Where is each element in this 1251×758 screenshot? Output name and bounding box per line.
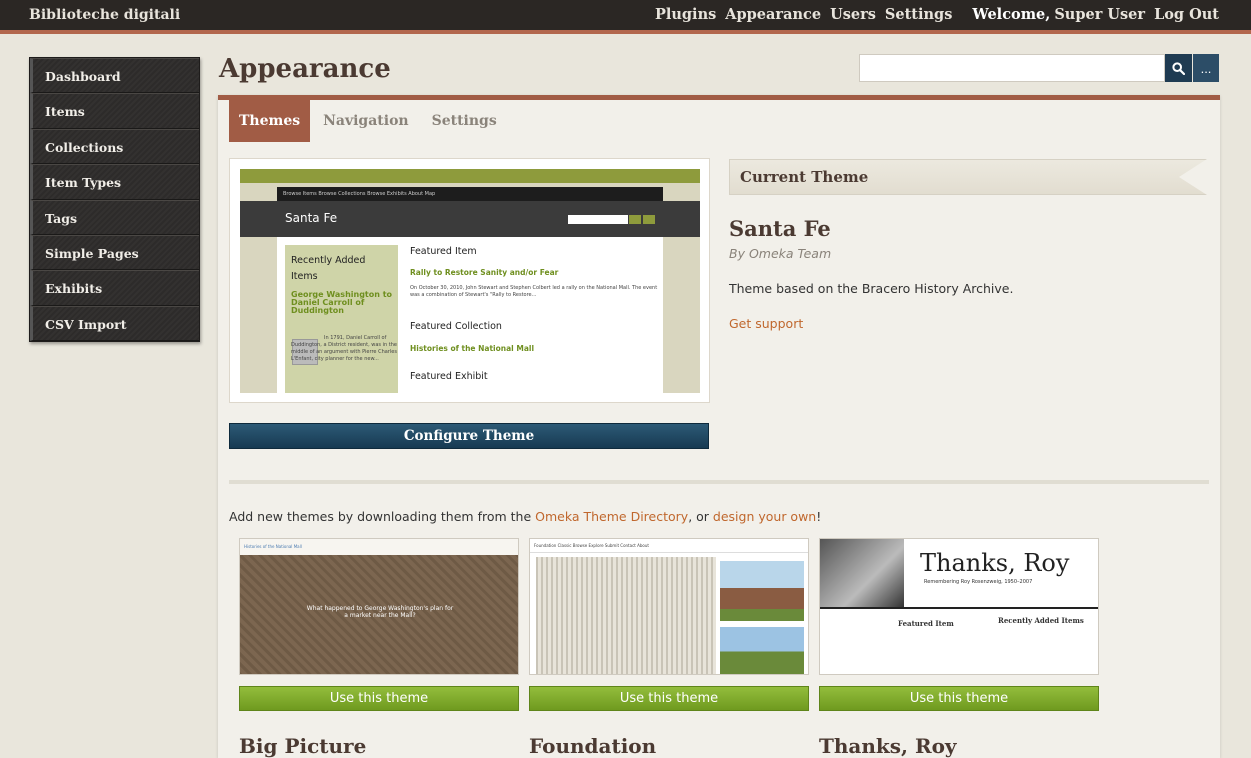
section-tabs: Themes Navigation Settings [229, 100, 510, 142]
shot-title: Thanks, Roy [920, 549, 1070, 577]
global-nav: Plugins Appearance Users Settings Welcom… [646, 6, 1219, 23]
preview-top-strip [240, 169, 700, 183]
sidebar: Dashboard Items Collections Item Types T… [29, 57, 200, 343]
shot-caption: What happened to George Washington's pla… [306, 605, 454, 619]
user-link[interactable]: Super User [1054, 6, 1145, 23]
shot-photo-1 [720, 561, 804, 621]
sidebar-item-simple-pages[interactable]: Simple Pages [30, 234, 199, 271]
preview-more-button [643, 215, 655, 224]
tab-navigation[interactable]: Navigation [313, 100, 418, 142]
nav-users[interactable]: Users [830, 6, 876, 23]
use-theme-button[interactable]: Use this theme [529, 686, 809, 711]
sidebar-item-item-types[interactable]: Item Types [30, 164, 199, 200]
welcome-label: Welcome, [972, 6, 1051, 23]
preview-recently-added: Recently Added Items [291, 255, 366, 282]
site-title[interactable]: Biblioteche digitali [29, 7, 180, 23]
theme-card-thanks-roy: Thanks, Roy Remembering Roy Rosenzweig, … [819, 538, 1099, 758]
page-title: Appearance [219, 54, 391, 84]
theme-directory-link[interactable]: Omeka Theme Directory [535, 509, 688, 524]
add-themes-text: Add new themes by downloading them from … [229, 509, 821, 524]
add-themes-prefix: Add new themes by downloading them from … [229, 509, 536, 524]
preview-recent-item: George Washington to Daniel Carroll of D… [291, 290, 393, 315]
nav-plugins[interactable]: Plugins [655, 6, 716, 23]
preview-featured-item-label: Featured Item [410, 246, 477, 257]
shot-divider [820, 607, 1098, 609]
current-theme-label: Current Theme [740, 168, 869, 186]
search-input[interactable] [859, 54, 1165, 82]
preview-nav: Browse Items Browse Collections Browse E… [277, 187, 663, 201]
theme-screenshot-thanks-roy[interactable]: Thanks, Roy Remembering Roy Rosenzweig, … [819, 538, 1099, 675]
preview-recent-desc: In 1791, Daniel Carroll of Duddington, a… [291, 335, 397, 362]
preview-featured-collection: Histories of the National Mall [410, 344, 535, 353]
shot-header: Histories of the National Mall [240, 539, 518, 555]
shot-header: Foundation Classic Browse Explore Submit… [530, 539, 808, 553]
shot-subtitle: Remembering Roy Rosenzweig, 1950–2007 [924, 579, 1033, 585]
sidebar-item-tags[interactable]: Tags [30, 199, 199, 235]
current-theme-description: Theme based on the Bracero History Archi… [729, 281, 1014, 296]
preview-featured-collection-label: Featured Collection [410, 321, 502, 332]
main-content: Themes Navigation Settings Browse Items … [218, 95, 1220, 758]
current-theme-heading: Current Theme [729, 159, 1207, 195]
use-theme-button[interactable]: Use this theme [239, 686, 519, 711]
sidebar-item-dashboard[interactable]: Dashboard [30, 58, 199, 94]
shot-featured-label: Featured Item [898, 619, 954, 628]
get-support-link[interactable]: Get support [729, 316, 803, 331]
shot-illustration [536, 557, 716, 674]
theme-card-big-picture: Histories of the National Mall What happ… [239, 538, 519, 758]
add-themes-middle: , or [688, 509, 713, 524]
use-theme-button[interactable]: Use this theme [819, 686, 1099, 711]
theme-name: Big Picture [239, 734, 367, 758]
preview-search [568, 215, 628, 224]
section-divider [229, 480, 1209, 484]
theme-name: Thanks, Roy [819, 734, 957, 758]
logout-link[interactable]: Log Out [1154, 6, 1219, 23]
advanced-search-button[interactable]: ... [1193, 54, 1219, 82]
shot-portrait [820, 539, 904, 607]
nav-appearance[interactable]: Appearance [725, 6, 821, 23]
shot-recent-label: Recently Added Items [998, 616, 1084, 625]
theme-screenshot-foundation[interactable]: Foundation Classic Browse Explore Submit… [529, 538, 809, 675]
sidebar-item-exhibits[interactable]: Exhibits [30, 270, 199, 306]
sidebar-item-items[interactable]: Items [30, 93, 199, 129]
tab-settings[interactable]: Settings [422, 100, 507, 142]
theme-screenshot-big-picture[interactable]: Histories of the National Mall What happ… [239, 538, 519, 675]
preview-search-button [629, 215, 641, 224]
configure-theme-button[interactable]: Configure Theme [229, 423, 709, 449]
add-themes-suffix: ! [816, 509, 822, 524]
sidebar-item-collections[interactable]: Collections [30, 128, 199, 165]
design-your-own-link[interactable]: design your own [713, 509, 816, 524]
top-bar: Biblioteche digitali Plugins Appearance … [0, 0, 1251, 34]
search-icon [1172, 61, 1185, 75]
current-theme-preview: Browse Items Browse Collections Browse E… [229, 158, 710, 403]
theme-screenshot: Browse Items Browse Collections Browse E… [240, 169, 700, 393]
theme-card-foundation: Foundation Classic Browse Explore Submit… [529, 538, 809, 758]
current-theme-name: Santa Fe [729, 216, 831, 241]
current-theme-author: By Omeka Team [729, 246, 832, 261]
search-button[interactable] [1165, 54, 1192, 82]
ribbon-flag [1179, 159, 1207, 195]
theme-name: Foundation [529, 734, 657, 758]
preview-featured-desc: On October 30, 2010, John Stewart and St… [410, 285, 658, 298]
preview-site-title: Santa Fe [285, 211, 338, 225]
preview-featured-item: Rally to Restore Sanity and/or Fear [410, 268, 559, 277]
tab-themes[interactable]: Themes [229, 100, 311, 142]
nav-settings[interactable]: Settings [885, 6, 952, 23]
shot-photo-2 [720, 627, 804, 674]
preview-featured-exhibit-label: Featured Exhibit [410, 371, 488, 382]
sidebar-item-csv-import[interactable]: CSV Import [30, 305, 199, 342]
